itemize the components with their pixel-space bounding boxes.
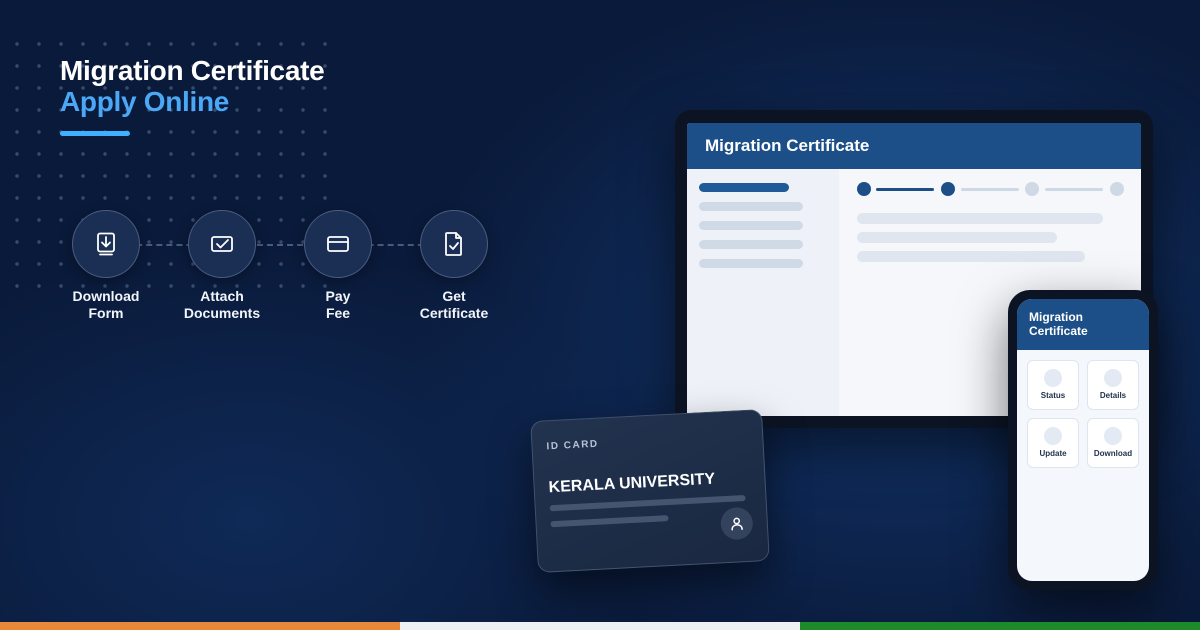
step-label-line1: Get	[442, 288, 466, 304]
sidebar-item-active	[699, 183, 789, 192]
credit-card-icon	[304, 210, 372, 278]
progress-line	[1045, 188, 1103, 191]
id-card-label: ID CARD	[546, 438, 599, 453]
content-placeholder	[857, 251, 1085, 262]
phone-header: Migration Certificate	[1017, 299, 1149, 350]
phone-screen: Migration Certificate Status Details Upd…	[1017, 299, 1149, 581]
flag-saffron-band	[0, 622, 400, 630]
phone-mockup: Migration Certificate Status Details Upd…	[1008, 290, 1158, 590]
flag-white-band	[400, 622, 800, 630]
title-underline	[60, 131, 130, 136]
download-form-icon	[72, 210, 140, 278]
user-avatar-icon	[720, 506, 754, 541]
step-download-form: Download Form	[46, 210, 166, 322]
update-icon	[1044, 427, 1062, 445]
sidebar-item	[699, 259, 803, 268]
status-icon	[1044, 369, 1062, 387]
id-card-university: KERALA UNIVERSITY	[548, 470, 716, 497]
attach-check-icon	[188, 210, 256, 278]
progress-step-done	[857, 182, 871, 196]
tile-label: Details	[1099, 391, 1127, 400]
phone-header-title: Migration Certificate	[1029, 310, 1088, 338]
step-label-line1: Download	[72, 288, 140, 304]
step-label-line2: Certificate	[419, 305, 489, 321]
hero-title: Migration Certificate Apply Online	[60, 55, 325, 117]
hero-title-line1: Migration Certificate	[60, 55, 325, 86]
step-label-line1: Attach	[200, 288, 244, 304]
tile-label: Update	[1039, 449, 1067, 458]
step-attach-documents: Attach Documents	[162, 210, 282, 322]
progress-line-done	[876, 188, 934, 191]
tablet-header-title: Migration Certificate	[705, 136, 870, 155]
progress-step-current	[941, 182, 955, 196]
id-card-placeholder	[550, 515, 669, 528]
step-label-line2: Documents	[183, 305, 261, 321]
sidebar-item	[699, 202, 803, 211]
id-card-placeholder	[549, 495, 746, 512]
tile-label: Status	[1040, 391, 1066, 400]
details-icon	[1104, 369, 1122, 387]
content-placeholder	[857, 232, 1057, 243]
tile-update[interactable]: Update	[1027, 418, 1079, 468]
step-label-line2: Form	[88, 305, 124, 321]
progress-line	[961, 188, 1019, 191]
step-pay-fee: Pay Fee	[278, 210, 398, 322]
progress-step	[1025, 182, 1039, 196]
tricolor-strip	[0, 622, 1200, 630]
tile-label: Download	[1093, 449, 1133, 458]
progress-step	[1110, 182, 1124, 196]
tile-download[interactable]: Download	[1087, 418, 1139, 468]
content-placeholder	[857, 213, 1103, 224]
sidebar-item	[699, 221, 803, 230]
step-label-line2: Fee	[325, 305, 351, 321]
id-card: ID CARD KERALA UNIVERSITY	[530, 409, 770, 573]
certificate-check-icon	[420, 210, 488, 278]
tile-status[interactable]: Status	[1027, 360, 1079, 410]
tablet-sidebar	[687, 169, 839, 416]
tablet-header: Migration Certificate	[687, 123, 1141, 169]
hero-title-line2: Apply Online	[60, 86, 230, 117]
sidebar-item	[699, 240, 803, 249]
step-label-line1: Pay	[325, 288, 351, 304]
step-get-certificate: Get Certificate	[394, 210, 514, 322]
download-icon	[1104, 427, 1122, 445]
tile-details[interactable]: Details	[1087, 360, 1139, 410]
flag-green-band	[800, 622, 1200, 630]
